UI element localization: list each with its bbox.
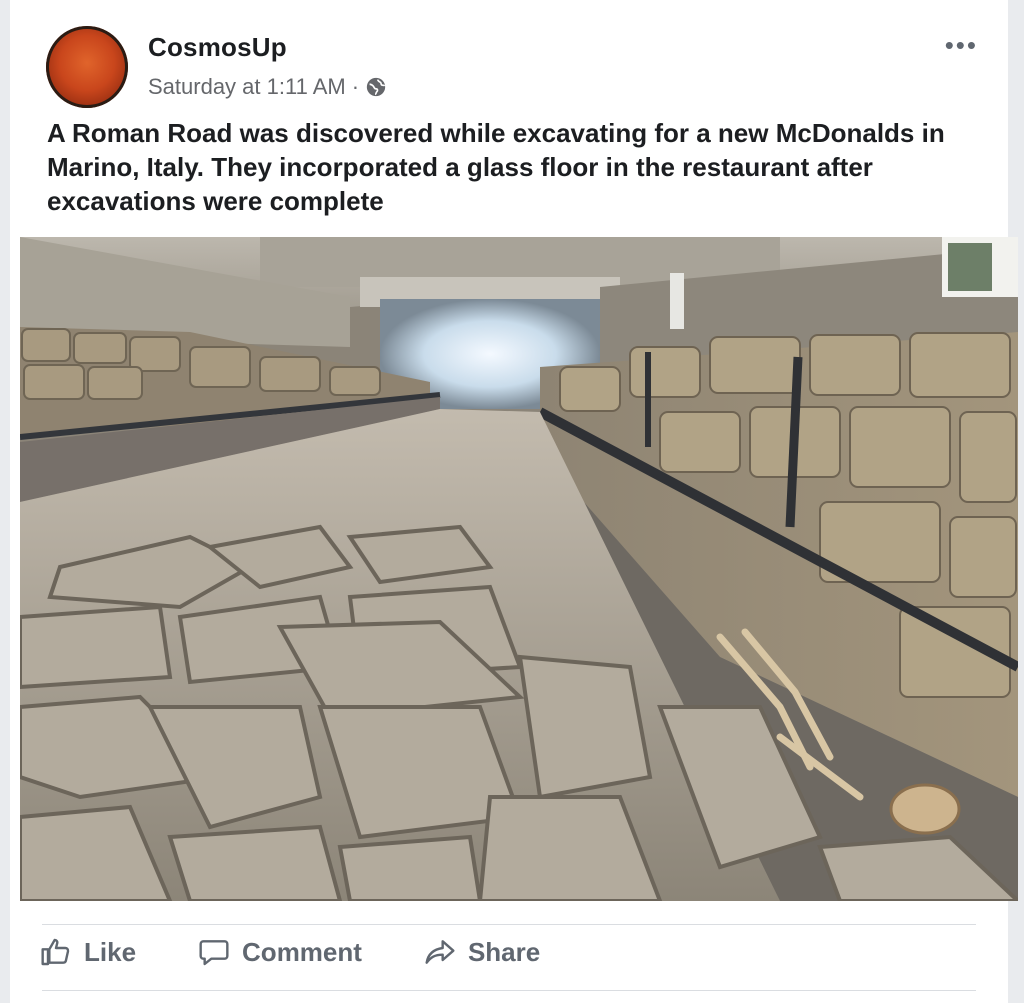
comment-button[interactable]: Comment: [198, 936, 362, 968]
like-label: Like: [84, 936, 137, 967]
post-actions: Like Comment Share: [40, 936, 540, 968]
post-text: A Roman Road was discovered while excava…: [47, 118, 945, 216]
globe-icon: [366, 77, 386, 97]
actions-divider-bottom: [42, 990, 976, 991]
author-avatar[interactable]: [46, 26, 128, 108]
more-options-icon[interactable]: •••: [945, 32, 978, 58]
post-card: CosmosUp Saturday at 1:11 AM · ••• A Rom…: [10, 0, 1018, 1003]
thumbs-up-icon: [41, 938, 70, 966]
post-photo[interactable]: [20, 237, 1018, 901]
share-label: Share: [467, 936, 541, 967]
author-name[interactable]: CosmosUp: [148, 32, 287, 63]
comment-label: Comment: [242, 936, 362, 967]
post-timestamp[interactable]: Saturday at 1:11 AM: [148, 74, 346, 100]
like-button[interactable]: Like: [40, 936, 136, 968]
meta-separator: ·: [351, 74, 360, 99]
share-icon: [425, 940, 455, 964]
actions-divider-top: [42, 924, 976, 925]
share-button[interactable]: Share: [424, 936, 540, 968]
comment-icon: [199, 940, 229, 966]
post-meta: Saturday at 1:11 AM ·: [148, 74, 387, 100]
